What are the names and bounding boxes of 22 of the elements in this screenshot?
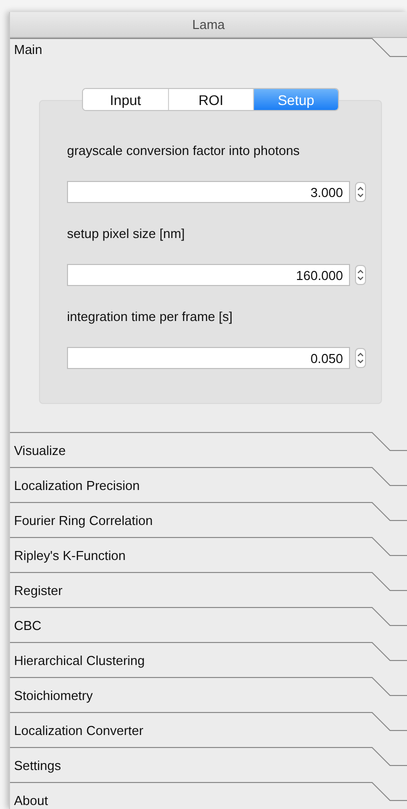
stepper[interactable]: [355, 348, 366, 368]
section-header[interactable]: Stoichiometry: [10, 677, 407, 712]
number-field[interactable]: 0.050: [67, 347, 350, 369]
field-label: grayscale conversion factor into photons: [67, 143, 301, 159]
stepper[interactable]: [355, 182, 366, 202]
section-header[interactable]: Visualize: [10, 432, 407, 467]
window-title: Lama: [192, 17, 225, 32]
section-header[interactable]: Localization Converter: [10, 712, 407, 747]
section-header[interactable]: Main: [10, 38, 407, 58]
number-field[interactable]: 160.000: [67, 264, 350, 286]
field-label: setup pixel size [nm]: [67, 226, 186, 242]
section-header[interactable]: Register: [10, 572, 407, 607]
stepper[interactable]: [355, 265, 366, 285]
section-header[interactable]: About: [10, 782, 407, 809]
section-header[interactable]: Hierarchical Clustering: [10, 642, 407, 677]
section-header[interactable]: Settings: [10, 747, 407, 782]
section-header[interactable]: CBC: [10, 607, 407, 642]
section-header[interactable]: Ripley's K-Function: [10, 537, 407, 572]
number-field[interactable]: 3.000: [67, 181, 350, 203]
section-header[interactable]: Fourier Ring Correlation: [10, 502, 407, 537]
field-label: integration time per frame [s]: [67, 309, 234, 325]
section-header[interactable]: Localization Precision: [10, 467, 407, 502]
